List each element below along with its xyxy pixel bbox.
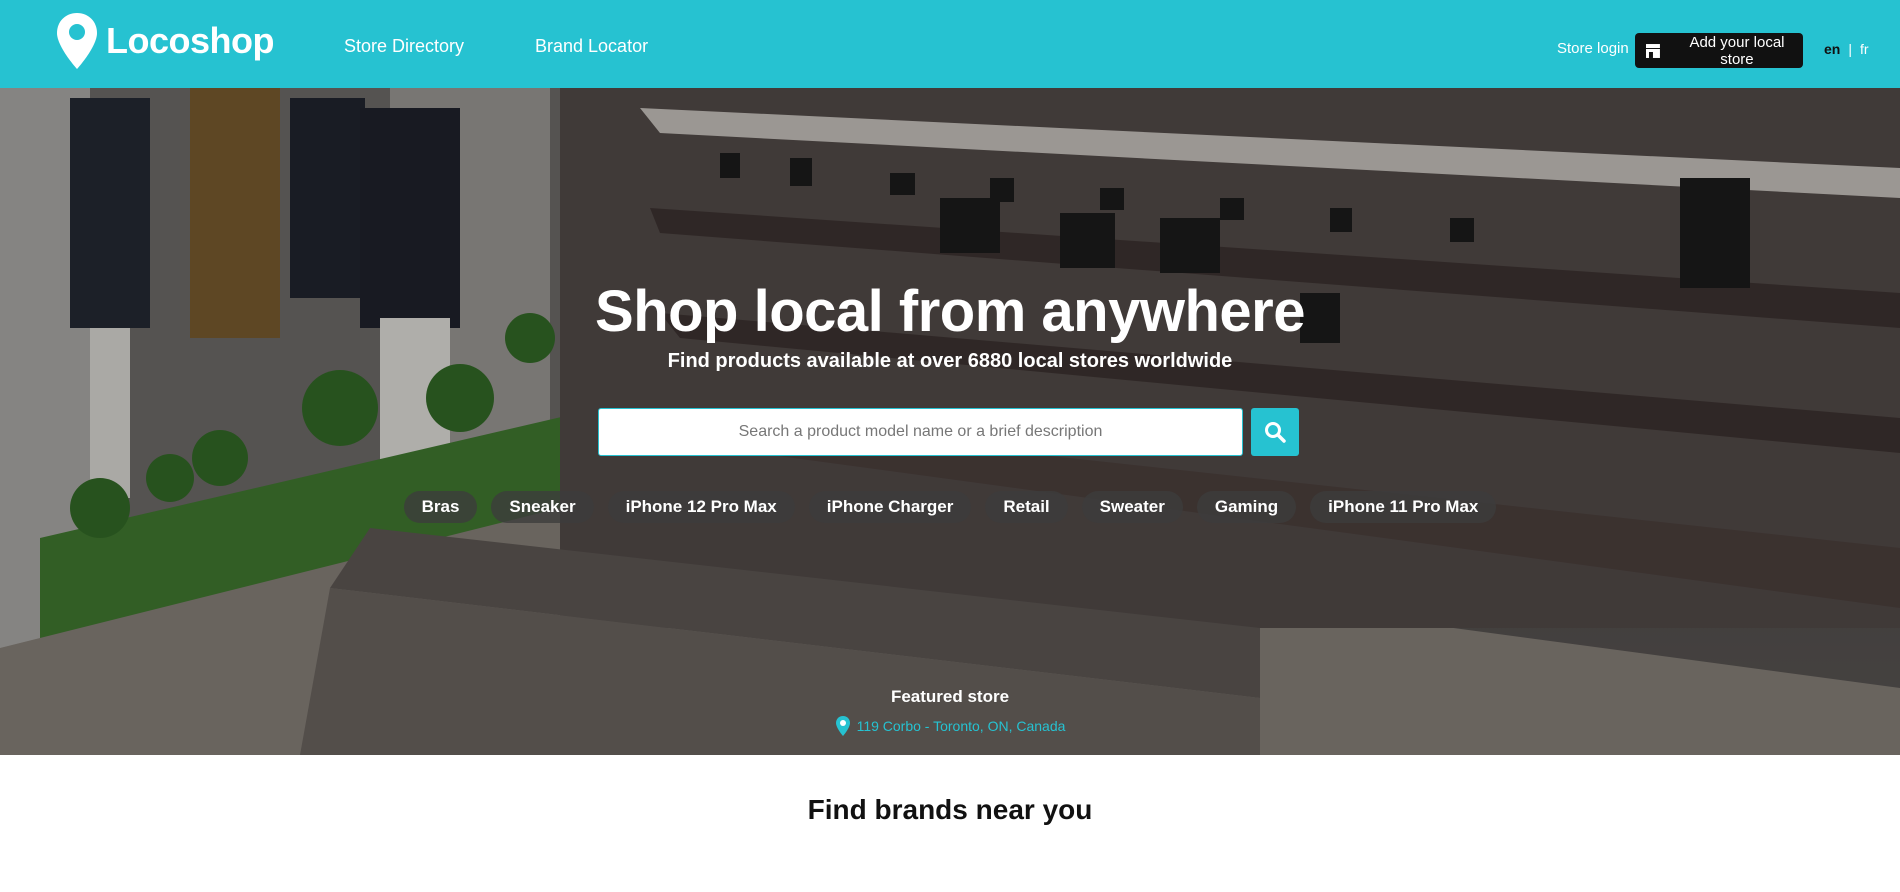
hero-title: Shop local from anywhere [595,279,1305,344]
location-pin-icon [835,716,850,736]
hero-section: Shop local from anywhere Find products a… [0,88,1900,755]
map-pin-icon [57,13,97,69]
add-store-button[interactable]: Add your local store [1635,33,1803,68]
tag-chip[interactable]: Gaming [1196,491,1297,523]
featured-store-link[interactable]: 119 Corbo - Toronto, ON, Canada [0,715,1900,737]
store-login-link[interactable]: Store login [1557,40,1629,57]
search-icon [1265,422,1286,443]
nav-brand-locator[interactable]: Brand Locator [535,36,648,57]
tag-chip[interactable]: Sneaker [491,491,594,523]
featured-store-label: Featured store [890,687,1010,706]
brands-section-title: Find brands near you [807,794,1093,825]
add-store-label: Add your local store [1689,33,1785,68]
tag-chip[interactable]: Sweater [1081,491,1183,523]
popular-tags: Bras Sneaker iPhone 12 Pro Max iPhone Ch… [0,491,1900,523]
tag-chip[interactable]: iPhone 12 Pro Max [607,491,795,523]
tag-chip[interactable]: Bras [403,491,478,523]
nav-store-directory[interactable]: Store Directory [344,36,464,57]
lang-en[interactable]: en [1824,41,1840,57]
logo[interactable]: Locoshop [56,12,274,70]
tag-chip[interactable]: iPhone 11 Pro Max [1310,491,1497,523]
lang-fr[interactable]: fr [1860,41,1869,57]
hero-subtitle: Find products available at over 6880 loc… [667,350,1233,372]
search-input[interactable] [598,408,1243,456]
lang-separator: | [1848,41,1852,57]
tag-chip[interactable]: Retail [985,491,1068,523]
site-header: Locoshop Store Directory Brand Locator S… [0,0,1900,88]
tag-chip[interactable]: iPhone Charger [808,491,972,523]
store-icon [1645,43,1660,58]
search-button[interactable] [1251,408,1299,456]
logo-text: Locoshop [106,20,274,61]
featured-store-address: 119 Corbo - Toronto, ON, Canada [856,718,1066,734]
language-switcher: en | fr [1824,41,1869,57]
